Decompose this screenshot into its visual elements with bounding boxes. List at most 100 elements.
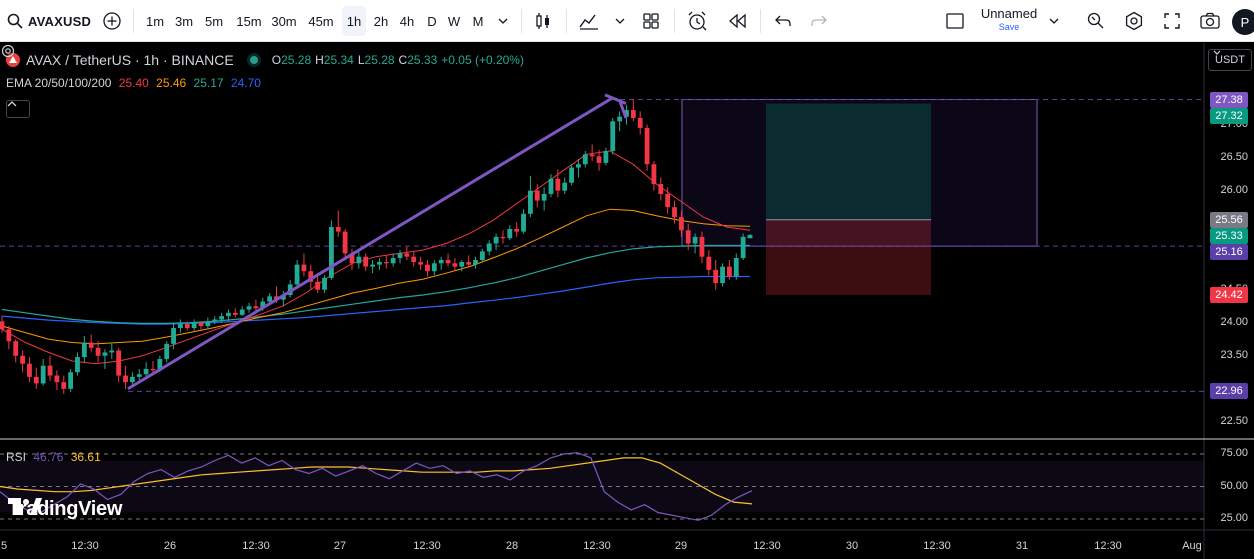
time-tick: 12:30 — [923, 540, 951, 552]
candle-body — [528, 190, 533, 214]
chevron-down-icon[interactable] — [612, 6, 628, 36]
chart-canvas[interactable] — [0, 43, 1254, 559]
candle-body — [191, 322, 197, 329]
toolbar-divider — [760, 9, 761, 33]
currency-selector[interactable]: USDT — [1208, 49, 1252, 71]
settings-icon[interactable] — [0, 43, 16, 59]
price-tick: 22.50 — [1220, 414, 1248, 427]
camera-icon[interactable] — [1197, 6, 1223, 36]
layout-name[interactable]: Unnamed Save — [978, 6, 1040, 36]
candle-body — [740, 236, 746, 259]
add-compare-icon[interactable] — [100, 6, 124, 36]
chart-area[interactable]: AVAX / TetherUS · 1h · BINANCE O 25.28 H2… — [0, 43, 1254, 559]
rsi-label: RSI — [6, 450, 27, 464]
time-tick: Aug — [1182, 540, 1202, 552]
layout-name-label: Unnamed — [980, 6, 1038, 21]
candle-body — [466, 261, 472, 265]
candle-body — [40, 365, 46, 384]
interval-4h[interactable]: 4h — [395, 6, 419, 36]
candle-body — [212, 319, 218, 322]
candle-body — [459, 261, 465, 267]
close-value: 25.33 — [407, 53, 438, 67]
symbol-search[interactable]: AVAXUSD — [0, 0, 91, 42]
change-value: +0.05 (+0.20%) — [441, 53, 524, 67]
interval-5m[interactable]: 5m — [200, 6, 228, 36]
interval-30m[interactable]: 30m — [268, 6, 300, 36]
price-label-badge: 22.96 — [1210, 383, 1248, 400]
time-tick: 12:30 — [583, 540, 611, 552]
rsi-legend[interactable]: RSI 46.76 36.61 — [6, 450, 105, 464]
price-label-badge: 27.38 — [1210, 91, 1248, 108]
candle-body — [20, 355, 25, 364]
interval-m[interactable]: M — [468, 6, 488, 36]
candle-body — [377, 261, 382, 265]
price-label-badge: 25.33 — [1210, 227, 1248, 244]
candle-body — [322, 277, 327, 290]
undo-icon[interactable] — [770, 6, 796, 36]
candle-body — [205, 321, 211, 327]
candle-body — [589, 154, 595, 157]
close-label: C — [398, 53, 408, 67]
chevron-down-icon[interactable] — [1046, 6, 1062, 36]
candle-body — [665, 193, 671, 208]
redo-icon[interactable] — [806, 6, 832, 36]
candle-body — [411, 256, 417, 262]
interval-d[interactable]: D — [422, 6, 442, 36]
candle-body — [232, 312, 238, 315]
high-value: 25.34 — [323, 53, 354, 67]
candle-body — [267, 296, 273, 302]
tradingview-logo-icon — [8, 498, 42, 515]
chevron-down-icon[interactable] — [495, 6, 511, 36]
layout-checkbox-icon[interactable] — [942, 6, 968, 36]
collapse-legend-button[interactable] — [6, 100, 30, 118]
candle-body — [239, 309, 245, 315]
interval-1h[interactable]: 1h — [342, 6, 366, 36]
candle-body — [569, 167, 574, 183]
quick-search-icon[interactable] — [1083, 6, 1109, 36]
candle-body — [102, 352, 108, 356]
indicators-icon[interactable] — [576, 6, 602, 36]
open-value: 25.28 — [281, 53, 312, 67]
price-label-badge: 24.42 — [1210, 287, 1248, 303]
rsi-level-tick: 75.00 — [1220, 447, 1248, 459]
ema50-value: 25.46 — [156, 76, 187, 90]
candle-body — [164, 343, 170, 360]
ema-legend[interactable]: EMA 20/50/100/200 25.40 25.46 25.17 24.7… — [6, 76, 265, 90]
interval-w[interactable]: W — [444, 6, 464, 36]
candle-body — [6, 329, 12, 342]
candle-body — [582, 154, 588, 165]
price-tick: 24.00 — [1220, 315, 1248, 328]
market-status-icon[interactable] — [249, 56, 258, 64]
interval-2h[interactable]: 2h — [369, 6, 393, 36]
candle-body — [473, 260, 478, 265]
alert-icon[interactable] — [684, 6, 710, 36]
interval-45m[interactable]: 45m — [305, 6, 337, 36]
candle-body — [713, 269, 719, 284]
time-tick: 12:30 — [71, 540, 99, 552]
candle-body — [363, 256, 369, 267]
replay-icon[interactable] — [724, 6, 750, 36]
low-value: 25.28 — [364, 53, 395, 67]
candle-body — [651, 164, 657, 185]
candles-icon[interactable] — [530, 6, 556, 36]
time-tick: 5 — [0, 540, 8, 552]
ema100-value: 25.17 — [193, 76, 224, 90]
time-tick: 30 — [845, 540, 859, 552]
avatar[interactable]: P — [1232, 9, 1254, 35]
toolbar-divider — [521, 9, 522, 33]
time-tick: 31 — [1015, 540, 1029, 552]
interval-3m[interactable]: 3m — [170, 6, 198, 36]
legend-title[interactable]: AVAX / TetherUS · 1h · BINANCE — [26, 52, 234, 68]
interval-15m[interactable]: 15m — [233, 6, 265, 36]
candle-body — [493, 236, 499, 244]
time-tick: 12:30 — [242, 540, 270, 552]
fullscreen-icon[interactable] — [1159, 6, 1185, 36]
settings-icon[interactable] — [1121, 6, 1147, 36]
templates-icon[interactable] — [638, 6, 664, 36]
interval-1m[interactable]: 1m — [142, 6, 168, 36]
rsi-level-tick: 25.00 — [1220, 512, 1248, 524]
candle-body — [226, 312, 231, 317]
candle-body — [672, 207, 677, 218]
low-label: L — [357, 53, 365, 67]
ema200-value: 24.70 — [230, 76, 261, 90]
